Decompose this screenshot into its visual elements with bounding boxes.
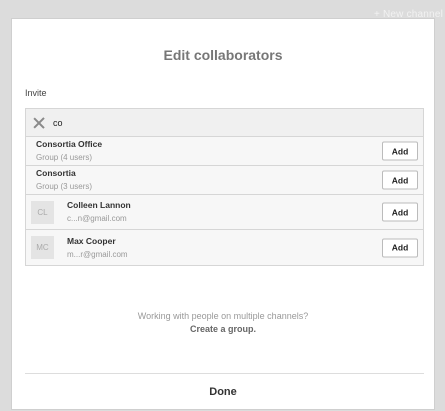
avatar: CL xyxy=(31,200,54,224)
group-detail: Group (4 users) xyxy=(36,153,93,162)
list-item: Consortia Office Group (4 users) Add xyxy=(26,137,423,166)
close-icon[interactable] xyxy=(33,117,45,129)
edit-collaborators-dialog: Edit collaborators Invite Consortia Offi… xyxy=(11,18,435,410)
user-name: Max Cooper xyxy=(67,235,116,246)
divider xyxy=(25,373,424,374)
done-button[interactable]: Done xyxy=(12,386,434,398)
group-name: Consortia xyxy=(36,168,76,178)
add-button[interactable]: Add xyxy=(382,202,418,222)
list-item: MC Max Cooper m...r@gmail.com Add xyxy=(26,230,423,265)
user-email: c...n@gmail.com xyxy=(67,214,127,223)
search-row xyxy=(26,109,423,137)
group-detail: Group (3 users) xyxy=(36,182,93,191)
list-item: CL Colleen Lannon c...n@gmail.com Add xyxy=(26,195,423,230)
invite-label: Invite xyxy=(25,88,47,98)
list-item: Consortia Group (3 users) Add xyxy=(26,166,423,195)
invite-search-input[interactable] xyxy=(53,117,393,128)
add-button[interactable]: Add xyxy=(382,170,418,190)
add-button[interactable]: Add xyxy=(382,141,418,161)
invite-results-list: Consortia Office Group (4 users) Add Con… xyxy=(25,108,424,266)
user-email: m...r@gmail.com xyxy=(67,249,128,259)
group-hint-text: Working with people on multiple channels… xyxy=(137,311,309,321)
group-name: Consortia Office xyxy=(36,139,103,149)
add-button[interactable]: Add xyxy=(382,238,418,257)
create-group-link[interactable]: Create a group. xyxy=(12,324,434,334)
user-name: Colleen Lannon xyxy=(67,200,131,210)
avatar: MC xyxy=(31,236,54,259)
dialog-title: Edit collaborators xyxy=(163,47,283,63)
